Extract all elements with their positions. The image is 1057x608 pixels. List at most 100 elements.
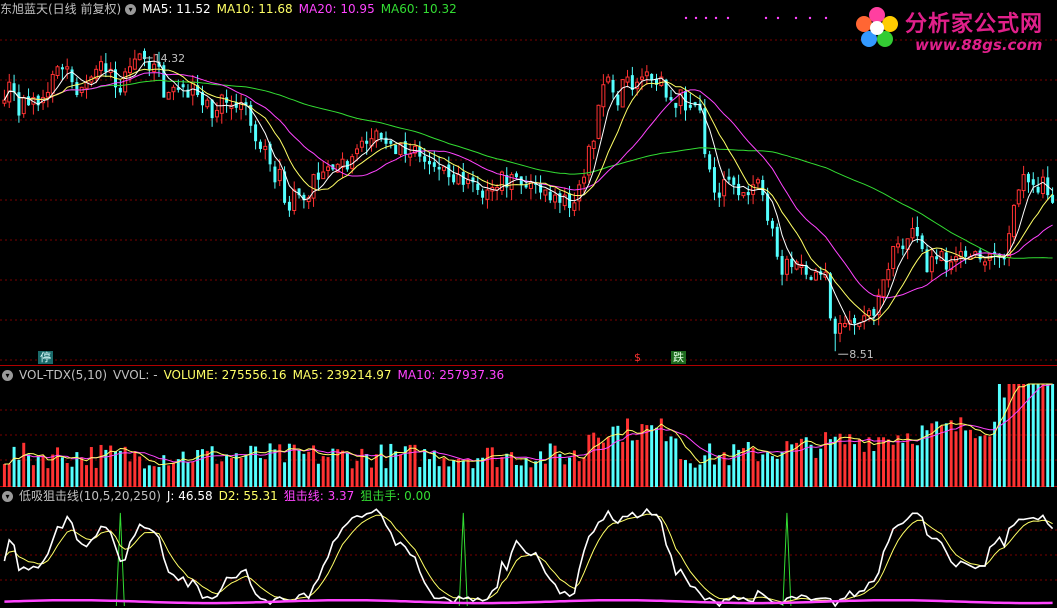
volume-bar [118, 450, 122, 487]
volume-bar [582, 457, 586, 487]
volume-settings-icon[interactable]: ▾ [2, 369, 13, 381]
volume-bar [374, 454, 378, 487]
volume-bar [389, 443, 393, 487]
candle-body [606, 76, 611, 83]
candle-body [717, 192, 721, 198]
stock-name: 东旭蓝天(日线 前复权) [0, 2, 122, 16]
volume-bar [766, 452, 770, 487]
volume-bar [867, 437, 871, 487]
volume-bar [828, 439, 832, 487]
candle-body [147, 61, 151, 70]
candle-body [630, 75, 634, 90]
candle-body [427, 160, 431, 165]
volume-bar [505, 453, 509, 487]
candle-body [214, 109, 219, 118]
volume-bar [65, 463, 69, 487]
volume-bar [780, 451, 784, 487]
oscillator-settings-icon[interactable]: ▾ [2, 490, 13, 502]
volume-bar [857, 438, 861, 487]
candle-body [1031, 179, 1035, 185]
volume-bar [418, 467, 422, 487]
candle-body [365, 140, 369, 144]
candle-body [408, 153, 413, 158]
volume-bar [703, 455, 707, 487]
volume-bar [461, 460, 465, 487]
volume-bar [167, 465, 171, 487]
candle-body [205, 99, 210, 108]
volume-bar [548, 443, 552, 487]
volume-bar [799, 438, 803, 487]
volume-bar [669, 436, 673, 487]
annotation-label: 14.32 [154, 52, 186, 65]
candle-body [591, 140, 596, 149]
candle-body [152, 63, 157, 73]
volume-bar [370, 467, 374, 487]
volume-bar [249, 445, 253, 487]
candle-body [452, 174, 456, 183]
volume-bar [679, 459, 683, 487]
volume-bar [138, 456, 142, 487]
ma10-label: MA10: 11.68 [216, 2, 293, 16]
price-header: 东旭蓝天(日线 前复权) ▾ MA5: 11.52 MA10: 11.68 MA… [0, 1, 463, 17]
volume-bar [321, 456, 325, 487]
volume-bar [80, 457, 84, 487]
ma20-line [3, 72, 1053, 299]
candle-body [886, 269, 891, 281]
volume-bar [698, 464, 702, 487]
volume-bar [978, 436, 982, 487]
volume-bar [171, 462, 175, 487]
candle-body [674, 102, 678, 108]
volume-bar [268, 443, 272, 487]
flower-logo-icon [856, 7, 898, 47]
volume-bar [312, 445, 316, 487]
signal-dot [704, 16, 708, 20]
candle-body [21, 97, 26, 115]
j-value: J: 46.58 [166, 489, 213, 503]
candle-body [27, 96, 31, 106]
candle-body [210, 99, 214, 119]
volume-bar [341, 450, 345, 487]
volume-bar [1022, 384, 1026, 487]
candle-body [770, 220, 774, 229]
volume-bar [630, 440, 634, 487]
candle-body [2, 99, 7, 104]
candle-body [741, 192, 746, 197]
candle-body [881, 279, 886, 297]
volume-bar [456, 458, 460, 487]
candle-body [669, 97, 673, 101]
sniper-line-value: 狙击线: 3.37 [283, 489, 355, 503]
candle-body [437, 166, 441, 170]
volume-bar [239, 457, 243, 487]
settings-circle-icon[interactable]: ▾ [125, 3, 137, 15]
candle-body [287, 201, 291, 211]
oscillator-header: ▾ 低吸狙击线(10,5,20,250) J: 46.58 D2: 55.31 … [0, 488, 437, 504]
volume-bar [674, 438, 678, 487]
volume-bar [1046, 384, 1050, 487]
volume-bar [27, 454, 31, 487]
signal-dot [714, 16, 718, 20]
volume-indicator-name: VOL-TDX(5,10) [19, 368, 108, 382]
volume-bar [22, 442, 26, 487]
volume-bar [302, 453, 306, 487]
volume-bar [751, 447, 755, 487]
candle-body [461, 172, 465, 185]
volume-ma5-line [4, 383, 1053, 466]
volume-bar [495, 467, 499, 487]
candle-body [481, 190, 485, 198]
volume-bar [939, 425, 943, 487]
volume-bar [988, 436, 992, 487]
volume-bar [872, 451, 876, 487]
volume-bar [968, 429, 972, 487]
volume-bar [1031, 384, 1035, 487]
signal-dot [694, 16, 698, 20]
volume-bar [795, 442, 799, 487]
j-line [3, 507, 1054, 608]
volume-bar [2, 464, 6, 487]
candle-body [872, 308, 876, 316]
volume-bar [925, 430, 929, 487]
volume-bar [186, 462, 190, 487]
volume-bar [664, 441, 668, 487]
stock-chart[interactable]: 14.32 8.51 [0, 0, 1057, 608]
candle-body [1021, 174, 1026, 192]
candle-body [321, 171, 326, 180]
